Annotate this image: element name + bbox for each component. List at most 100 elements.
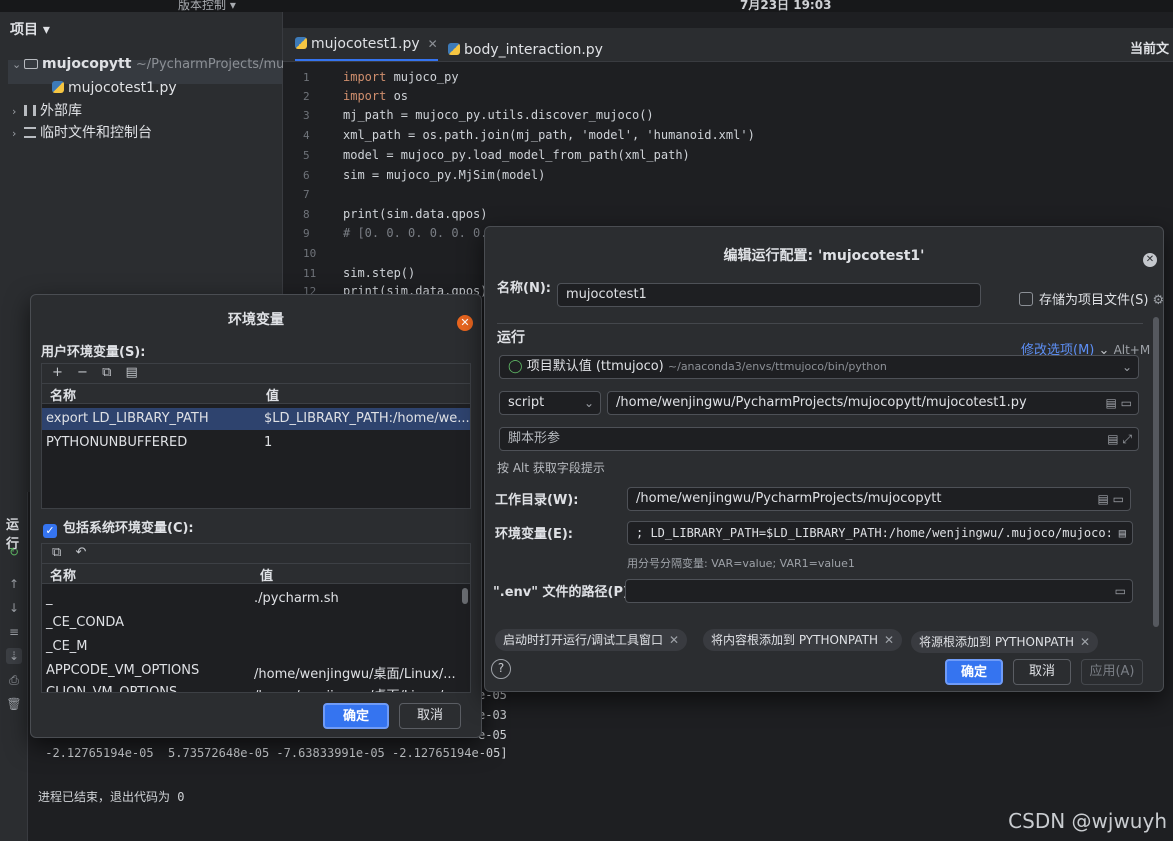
- gear-icon[interactable]: ⚙: [1153, 293, 1165, 308]
- col-value[interactable]: 值: [260, 565, 273, 584]
- var-name: _CE_CONDA: [46, 615, 124, 630]
- table-row[interactable]: CLION_VM_OPTIONS /home/wenjingwu/桌面/Linu…: [42, 682, 470, 692]
- file-name: mujocotest1.py: [68, 80, 177, 96]
- interpreter-select[interactable]: ◯ 项目默认值 (ttmujoco) ~/anaconda3/envs/ttmu…: [499, 355, 1139, 379]
- close-icon[interactable]: ✕: [884, 633, 894, 647]
- scrollbar[interactable]: [1153, 317, 1159, 627]
- table-toolbar: ⧉ ↶: [42, 544, 470, 564]
- help-icon[interactable]: ?: [491, 659, 511, 679]
- paste-icon[interactable]: ▤: [126, 365, 138, 380]
- env-vars-dialog: 环境变量 ✕ 用户环境变量(S): + − ⧉ ▤ 名称 值 export LD…: [30, 294, 482, 738]
- script-path-field[interactable]: /home/wenjingwu/PycharmProjects/mujocopy…: [607, 391, 1139, 415]
- scroll-to-end-icon[interactable]: ⇣: [6, 648, 22, 664]
- table-row[interactable]: _CE_CONDA: [42, 612, 470, 634]
- cancel-button[interactable]: 取消: [399, 703, 461, 729]
- table-row[interactable]: _ ./pycharm.sh: [42, 588, 470, 610]
- env-field[interactable]: ; LD_LIBRARY_PATH=$LD_LIBRARY_PATH:/home…: [627, 521, 1133, 545]
- workdir-field[interactable]: /home/wenjingwu/PycharmProjects/mujocopy…: [627, 487, 1131, 511]
- folder-icon: [24, 59, 38, 69]
- table-row[interactable]: export LD_LIBRARY_PATH $LD_LIBRARY_PATH:…: [42, 408, 470, 430]
- print-icon[interactable]: ⎙: [6, 672, 22, 688]
- close-icon[interactable]: ✕: [428, 37, 438, 51]
- code-text: sim = mujoco_py.MjSim(model): [343, 168, 546, 182]
- dotenv-field[interactable]: ▭: [625, 579, 1133, 603]
- arrow-up-icon[interactable]: ↑: [6, 576, 22, 592]
- table-toolbar: + − ⧉ ▤: [42, 364, 470, 384]
- script-params-field[interactable]: 脚本形参 ▤ ⤢: [499, 427, 1139, 451]
- rerun-icon[interactable]: ↻: [6, 544, 22, 560]
- code-line[interactable]: sim = mujoco_py.MjSim(model): [343, 168, 545, 182]
- code-line[interactable]: sim.step(): [343, 266, 415, 280]
- script-type-select[interactable]: script ⌄: [499, 391, 601, 415]
- folder-icon[interactable]: ▤ ▭: [1101, 392, 1132, 414]
- tree-root[interactable]: ⌄ mujocopytt ~/PycharmProjects/mu: [12, 56, 284, 72]
- scratches-label: 临时文件和控制台: [40, 125, 152, 141]
- undo-icon[interactable]: ↶: [75, 545, 86, 560]
- root-path: ~/PycharmProjects/mu: [135, 57, 285, 72]
- table-row[interactable]: _CE_M: [42, 636, 470, 658]
- code-line[interactable]: model = mujoco_py.load_model_from_path(x…: [343, 148, 690, 162]
- ok-button[interactable]: 确定: [323, 703, 389, 729]
- option-chip[interactable]: 启动时打开运行/调试工具窗口 ✕: [495, 629, 688, 651]
- top-bar: 版本控制 ▾ 7月23日 19:03: [0, 0, 1173, 12]
- folder-icon[interactable]: ▭: [1110, 580, 1126, 602]
- watermark: CSDN @wjwuyh: [1008, 809, 1167, 833]
- include-system-checkbox[interactable]: ✓ 包括系统环境变量(C):: [43, 517, 194, 538]
- tab-mujocotest1[interactable]: mujocotest1.py ✕: [295, 36, 438, 61]
- code-text: sim.step(): [343, 266, 416, 280]
- python-file-icon: [448, 43, 460, 55]
- tree-scratches[interactable]: › 临时文件和控制台: [12, 122, 152, 142]
- copy-icon[interactable]: ⧉: [102, 365, 111, 380]
- tree-file[interactable]: mujocotest1.py: [52, 80, 177, 96]
- line-number: 8: [303, 208, 310, 221]
- current-file-label[interactable]: 当前文: [1130, 38, 1169, 57]
- code-line[interactable]: # [0. 0. 0. 0. 0. 0.: [343, 226, 488, 240]
- cancel-button[interactable]: 取消: [1013, 659, 1071, 685]
- trash-icon[interactable]: 🗑: [6, 696, 22, 712]
- table-row[interactable]: PYTHONUNBUFFERED 1: [42, 432, 470, 454]
- copy-icon[interactable]: ⧉: [52, 545, 61, 560]
- project-title[interactable]: 项目 ▾: [10, 19, 50, 39]
- expand-icon[interactable]: ▤ ⤢: [1103, 428, 1132, 450]
- folder-icon[interactable]: ▤ ▭: [1093, 488, 1124, 510]
- name-field[interactable]: mujocotest1: [557, 283, 981, 307]
- soft-wrap-icon[interactable]: ≡: [6, 624, 22, 640]
- col-name[interactable]: 名称: [50, 385, 76, 404]
- editor-tabs: mujocotest1.py ✕ body_interaction.py 当前文: [283, 28, 1173, 62]
- col-name[interactable]: 名称: [50, 565, 76, 584]
- dotenv-label: ".env" 文件的路径(P):: [493, 585, 635, 600]
- run-toolbar: 运行 ↻ ↑ ↓ ≡ ⇣ ⎙ 🗑: [0, 492, 28, 841]
- close-icon[interactable]: ✕: [1143, 253, 1157, 267]
- table-row[interactable]: APPCODE_VM_OPTIONS /home/wenjingwu/桌面/Li…: [42, 660, 470, 682]
- code-line[interactable]: import os: [343, 89, 408, 103]
- close-icon[interactable]: ✕: [457, 315, 473, 331]
- run-config-dialog: 编辑运行配置: 'mujocotest1' ✕ 名称(N): mujocotes…: [484, 226, 1164, 692]
- apply-button[interactable]: 应用(A): [1081, 659, 1143, 685]
- code-line[interactable]: print(sim.data.qpos): [343, 207, 488, 221]
- tree-external-libs[interactable]: › 外部库: [12, 100, 82, 120]
- add-icon[interactable]: +: [52, 365, 63, 380]
- env-value: ; LD_LIBRARY_PATH=$LD_LIBRARY_PATH:/home…: [636, 526, 1113, 540]
- option-chip[interactable]: 将源根添加到 PYTHONPATH ✕: [911, 631, 1099, 653]
- scratches-icon: [24, 127, 36, 138]
- system-vars-table: ⧉ ↶ 名称 值 _ ./pycharm.sh _CE_CONDA _CE_M …: [41, 543, 471, 693]
- env-hint: 用分号分隔变量: VAR=value; VAR1=value1: [627, 557, 855, 570]
- col-value[interactable]: 值: [266, 385, 279, 404]
- arrow-down-icon[interactable]: ↓: [6, 600, 22, 616]
- console-line: -2.12765194e-05 5.73572648e-05 -7.638339…: [38, 746, 508, 760]
- ok-button[interactable]: 确定: [945, 659, 1003, 685]
- tab-body-interaction[interactable]: body_interaction.py: [448, 42, 603, 58]
- store-as-file-checkbox[interactable]: 存储为项目文件(S) ⚙: [1019, 289, 1164, 308]
- remove-icon[interactable]: −: [77, 365, 88, 380]
- var-value: $LD_LIBRARY_PATH:/home/we...: [264, 411, 470, 426]
- option-chip[interactable]: 将内容根添加到 PYTHONPATH ✕: [703, 629, 903, 651]
- chevron-right-icon: ›: [12, 127, 17, 140]
- edit-env-icon[interactable]: ▤: [1114, 522, 1126, 544]
- code-line[interactable]: xml_path = os.path.join(mj_path, 'model'…: [343, 128, 755, 142]
- close-icon[interactable]: ✕: [669, 633, 679, 647]
- scrollbar[interactable]: [462, 588, 468, 604]
- code-line[interactable]: mj_path = mujoco_py.utils.discover_mujoc…: [343, 108, 654, 122]
- code-line[interactable]: import mujoco_py: [343, 70, 459, 84]
- close-icon[interactable]: ✕: [1080, 635, 1090, 649]
- line-number: 11: [303, 267, 317, 280]
